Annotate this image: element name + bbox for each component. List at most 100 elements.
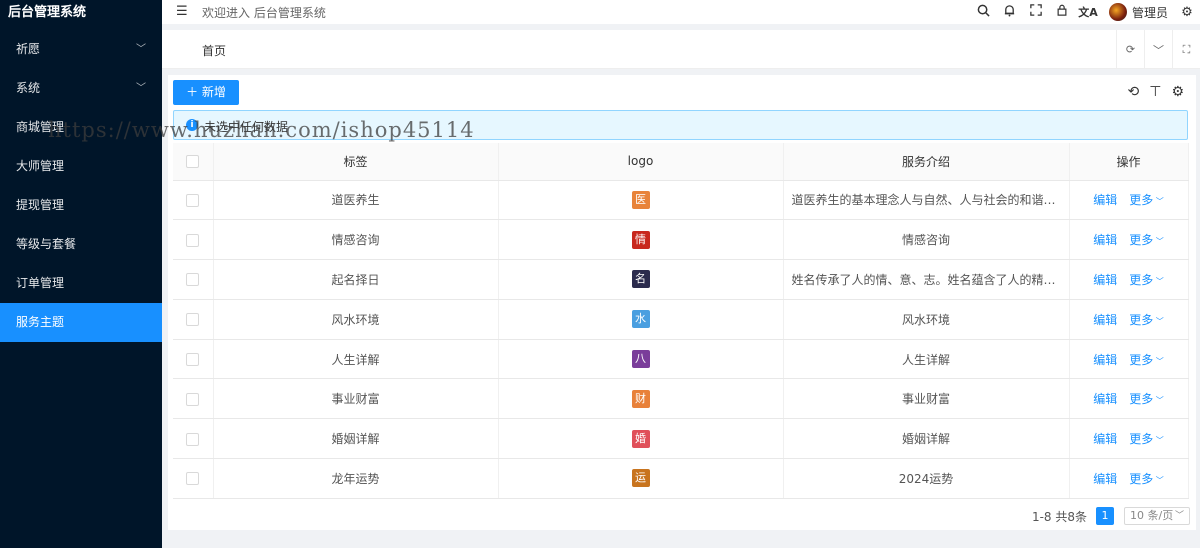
row-logo: 八 bbox=[631, 350, 650, 369]
row-checkbox[interactable] bbox=[186, 392, 200, 406]
chevron-down-icon: ﹀ bbox=[136, 44, 146, 55]
avatar[interactable] bbox=[1108, 3, 1127, 21]
page-size-select[interactable]: 10 条/页 ﹀ bbox=[1124, 507, 1190, 525]
row-desc: 情感咨询 bbox=[783, 219, 1070, 261]
select-all-cell bbox=[173, 143, 214, 181]
sidebar-item-label: 提现管理 bbox=[16, 198, 65, 212]
gear-icon[interactable]: ⚙ bbox=[1174, 5, 1200, 20]
edit-link[interactable]: 编辑 bbox=[1093, 353, 1117, 367]
row-desc: 人生详解 bbox=[783, 339, 1070, 380]
column-header-logo: logo bbox=[498, 143, 784, 181]
edit-link[interactable]: 编辑 bbox=[1093, 233, 1117, 247]
pagination-summary: 1-8 共8条 bbox=[1031, 509, 1087, 524]
chevron-down-icon: ﹀ bbox=[136, 83, 146, 94]
sidebar: 后台管理系统 祈愿 ﹀ 系统 ﹀ 商城管理 大师管理 提现管理 等级与套餐 订单… bbox=[0, 0, 162, 548]
maximize-icon[interactable]: ⛶ bbox=[1172, 30, 1200, 69]
setting-icon[interactable]: ⚙ bbox=[1171, 84, 1184, 100]
row-tag: 起名择日 bbox=[213, 259, 499, 300]
more-label: 更多 bbox=[1129, 193, 1154, 208]
table-row: 风水环境 水 风水环境 编辑 更多 ﹀ bbox=[173, 299, 1189, 340]
menu-fold-icon[interactable]: ☰ bbox=[176, 4, 188, 19]
sidebar-item-withdraw[interactable]: 提现管理 bbox=[0, 186, 162, 225]
tab-home[interactable]: 首页 bbox=[202, 42, 226, 59]
row-checkbox[interactable] bbox=[186, 193, 200, 207]
more-label: 更多 bbox=[1129, 392, 1154, 407]
more-dropdown[interactable]: 更多 ﹀ bbox=[1129, 472, 1164, 486]
chevron-down-icon[interactable]: ﹀ bbox=[1144, 30, 1172, 69]
row-checkbox[interactable] bbox=[186, 313, 200, 327]
tab-tools: ⟳ ﹀ ⛶ bbox=[1116, 30, 1200, 69]
column-height-icon[interactable]: ⊤ bbox=[1149, 84, 1161, 100]
row-tag: 事业财富 bbox=[213, 378, 499, 420]
fullscreen-icon[interactable] bbox=[1023, 4, 1049, 20]
row-desc: 事业财富 bbox=[783, 378, 1070, 420]
sidebar-item-wish[interactable]: 祈愿 ﹀ bbox=[0, 30, 162, 69]
search-icon[interactable] bbox=[971, 4, 997, 21]
sidebar-item-orders[interactable]: 订单管理 bbox=[0, 264, 162, 303]
row-logo: 婚 bbox=[631, 429, 650, 448]
edit-link[interactable]: 编辑 bbox=[1093, 273, 1117, 287]
user-name[interactable]: 管理员 bbox=[1132, 4, 1168, 21]
more-dropdown[interactable]: 更多 ﹀ bbox=[1129, 313, 1164, 327]
row-checkbox[interactable] bbox=[186, 432, 200, 446]
more-dropdown[interactable]: 更多 ﹀ bbox=[1129, 233, 1164, 247]
select-all-checkbox[interactable] bbox=[186, 155, 200, 169]
lock-icon[interactable] bbox=[1049, 4, 1075, 20]
more-dropdown[interactable]: 更多 ﹀ bbox=[1129, 193, 1164, 207]
header-actions: 文A 管理员 ⚙ bbox=[971, 0, 1200, 24]
sidebar-item-label: 祈愿 bbox=[16, 42, 41, 56]
chevron-down-icon: ﹀ bbox=[1153, 276, 1164, 286]
content-card: ＋ 新增 ⟲ ⊤ ⚙ i 未选中任何数据 标签 logo 服务介绍 操作 道医养… bbox=[168, 75, 1196, 530]
refresh-icon[interactable]: ⟳ bbox=[1116, 30, 1144, 69]
alert-text: 未选中任何数据 bbox=[204, 120, 289, 134]
sidebar-item-mall[interactable]: 商城管理 bbox=[0, 108, 162, 147]
table-row: 事业财富 财 事业财富 编辑 更多 ﹀ bbox=[173, 378, 1189, 420]
page-button-current[interactable]: 1 bbox=[1096, 507, 1114, 525]
chevron-down-icon: ﹀ bbox=[1153, 316, 1164, 326]
column-header-desc: 服务介绍 bbox=[783, 143, 1070, 181]
column-header-actions: 操作 bbox=[1069, 143, 1189, 181]
row-tag: 道医养生 bbox=[213, 180, 499, 221]
more-label: 更多 bbox=[1129, 272, 1154, 287]
edit-link[interactable]: 编辑 bbox=[1093, 392, 1117, 406]
row-logo: 医 bbox=[631, 190, 650, 209]
translate-icon[interactable]: 文A bbox=[1075, 4, 1101, 20]
more-dropdown[interactable]: 更多 ﹀ bbox=[1129, 432, 1164, 446]
row-tag: 人生详解 bbox=[213, 339, 499, 380]
sidebar-item-service-theme[interactable]: 服务主题 bbox=[0, 303, 162, 342]
plus-icon: ＋ bbox=[186, 85, 199, 99]
sidebar-item-system[interactable]: 系统 ﹀ bbox=[0, 69, 162, 108]
add-button[interactable]: ＋ 新增 bbox=[173, 80, 239, 105]
more-dropdown[interactable]: 更多 ﹀ bbox=[1129, 392, 1164, 406]
reload-icon[interactable]: ⟲ bbox=[1128, 84, 1140, 100]
table-row: 人生详解 八 人生详解 编辑 更多 ﹀ bbox=[173, 339, 1189, 380]
row-checkbox[interactable] bbox=[186, 353, 200, 367]
table-row: 龙年运势 运 2024运势 编辑 更多 ﹀ bbox=[173, 458, 1189, 499]
edit-link[interactable]: 编辑 bbox=[1093, 193, 1117, 207]
row-desc: 道医养生的基本理念人与自然、人与社会的和谐相处。... bbox=[783, 180, 1070, 221]
row-checkbox[interactable] bbox=[186, 233, 200, 247]
row-logo: 运 bbox=[631, 469, 650, 488]
chevron-down-icon: ﹀ bbox=[1174, 511, 1184, 521]
edit-link[interactable]: 编辑 bbox=[1093, 472, 1117, 486]
row-logo: 情 bbox=[631, 230, 650, 249]
row-desc: 2024运势 bbox=[783, 458, 1070, 499]
row-logo: 财 bbox=[631, 389, 650, 408]
row-checkbox[interactable] bbox=[186, 472, 200, 486]
table-row: 婚姻详解 婚 婚姻详解 编辑 更多 ﹀ bbox=[173, 418, 1189, 460]
welcome-text: 欢迎进入 后台管理系统 bbox=[202, 6, 326, 20]
sidebar-item-level[interactable]: 等级与套餐 bbox=[0, 225, 162, 264]
row-checkbox[interactable] bbox=[186, 273, 200, 287]
edit-link[interactable]: 编辑 bbox=[1093, 432, 1117, 446]
edit-link[interactable]: 编辑 bbox=[1093, 313, 1117, 327]
bell-icon[interactable] bbox=[997, 4, 1023, 21]
more-dropdown[interactable]: 更多 ﹀ bbox=[1129, 353, 1164, 367]
page-size-value: 10 条/页 bbox=[1130, 509, 1174, 522]
table-row: 道医养生 医 道医养生的基本理念人与自然、人与社会的和谐相处。... 编辑 更多 … bbox=[173, 180, 1189, 221]
sidebar-menu: 祈愿 ﹀ 系统 ﹀ 商城管理 大师管理 提现管理 等级与套餐 订单管理 服务主题 bbox=[0, 30, 162, 342]
row-tag: 情感咨询 bbox=[213, 219, 499, 261]
row-tag: 风水环境 bbox=[213, 299, 499, 340]
more-dropdown[interactable]: 更多 ﹀ bbox=[1129, 273, 1164, 287]
chevron-down-icon: ﹀ bbox=[1153, 237, 1164, 247]
sidebar-item-master[interactable]: 大师管理 bbox=[0, 147, 162, 186]
